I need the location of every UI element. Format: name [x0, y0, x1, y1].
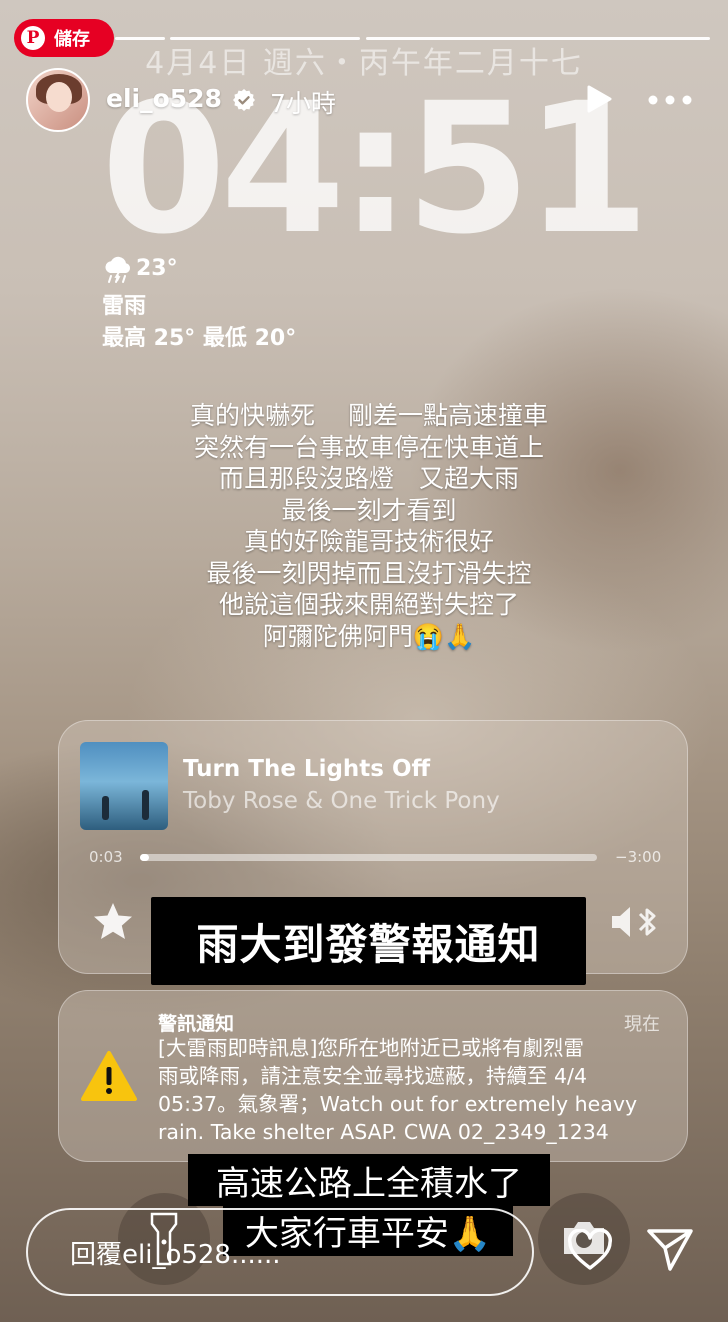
weather-condition: 雷雨: [102, 294, 147, 319]
story-text-line: 最後一刻才看到: [281, 495, 457, 525]
alert-title: 警訊通知: [158, 1013, 235, 1035]
album-art: [80, 742, 168, 830]
album-art-figure: [102, 796, 109, 820]
more-options-icon[interactable]: [648, 95, 692, 105]
heart-icon[interactable]: [567, 1229, 613, 1271]
elapsed-time: 0:03: [89, 848, 123, 866]
song-title: Turn The Lights Off: [183, 756, 431, 782]
story-text-line: 阿彌陀佛阿門😭🙏: [262, 621, 476, 651]
story-text-line: 真的好險龍哥技術很好: [243, 527, 494, 556]
pinterest-save-label: 儲存: [54, 29, 90, 50]
speaker-bluetooth-icon[interactable]: [610, 902, 658, 942]
reply-placeholder: 回覆eli_o528......: [70, 1239, 281, 1270]
story-text-line: 最後一刻閃掉而且沒打滑失控: [206, 558, 532, 588]
alert-body-line: [大雷雨即時訊息]您所在地附近已或將有劇烈雷: [158, 1036, 584, 1060]
reply-input[interactable]: 回覆eli_o528......: [26, 1208, 534, 1296]
verified-badge-icon: [233, 89, 255, 111]
alert-time: 現在: [624, 1014, 660, 1035]
post-time-ago: 7小時: [270, 89, 336, 118]
alert-body-line: rain. Take shelter ASAP. CWA 02_2349_123…: [158, 1120, 609, 1144]
alert-body-line: 雨或降雨，請注意安全並尋找遮蔽，持續至 4/4: [158, 1064, 588, 1088]
story-progress-segment: [366, 37, 710, 40]
alert-body: [大雷雨即時訊息]您所在地附近已或將有劇烈雷 雨或降雨，請注意安全並尋找遮蔽，持…: [158, 1034, 666, 1146]
story-text-overlay: 真的快嚇死 剛差一點高速撞車 突然有一台事故車停在快車道上 而且那段沒路燈 又超…: [0, 400, 728, 652]
caption-text: 高速公路上全積水了: [188, 1154, 550, 1206]
story-text-line: 他說這個我來開絕對失控了: [218, 590, 519, 619]
avatar[interactable]: [26, 68, 90, 132]
star-icon[interactable]: [92, 901, 134, 941]
pinterest-logo-icon: P: [21, 26, 45, 50]
play-icon[interactable]: [585, 84, 613, 114]
story-text-line: 而且那段沒路燈 又超大雨: [218, 464, 519, 493]
weather-high-low: 最高 25° 最低 20°: [102, 326, 297, 351]
send-icon[interactable]: [646, 1226, 694, 1272]
song-artist: Toby Rose & One Trick Pony: [183, 788, 500, 814]
story-progress-segment: [170, 37, 360, 40]
weather-temperature: 23°: [136, 256, 178, 281]
alert-body-line: 05:37。氣象署；Watch out for extremely heavy: [158, 1092, 638, 1116]
playback-progress-fill: [140, 854, 150, 861]
story-text-line: 突然有一台事故車停在快車道上: [193, 432, 544, 462]
thunderstorm-icon: [105, 256, 131, 283]
story-viewer[interactable]: 4月4日 週六・丙午年二月十七 04:51 P 儲存 eli_o528 7小時 …: [0, 0, 728, 1322]
story-progress-segment: [115, 37, 165, 40]
remaining-time: −3:00: [615, 848, 662, 866]
pinterest-save-button[interactable]: P 儲存: [14, 19, 114, 57]
avatar-face: [46, 82, 72, 112]
album-art-figure: [142, 790, 149, 820]
story-text-line: 真的快嚇死 剛差一點高速撞車: [190, 401, 548, 430]
warning-icon: [81, 1051, 137, 1101]
username[interactable]: eli_o528: [106, 84, 222, 113]
playback-progress-bar[interactable]: [140, 854, 597, 861]
caption-text: 雨大到發警報通知: [151, 897, 586, 985]
